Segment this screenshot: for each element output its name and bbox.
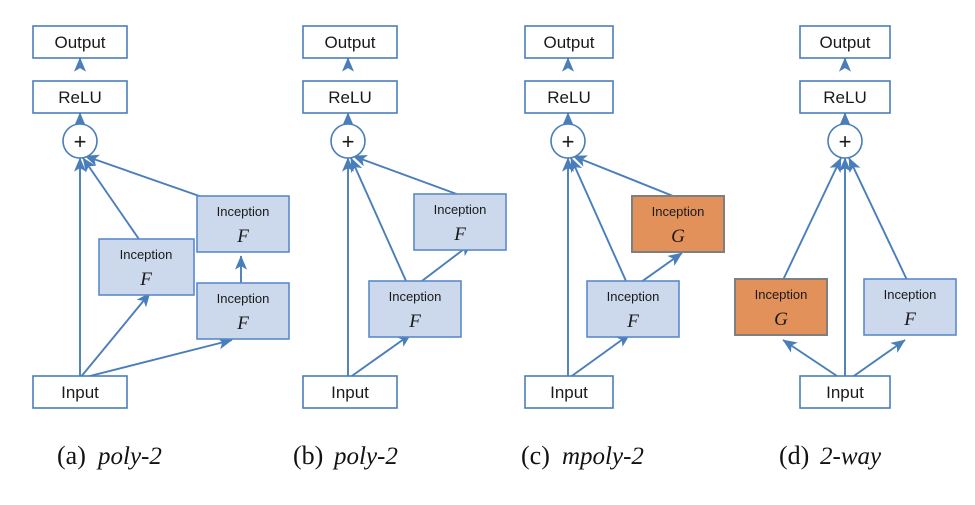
panel-c-block-input[interactable]: Input — [524, 375, 614, 409]
block-function-label: F — [236, 313, 249, 334]
block-label: Inception — [389, 289, 442, 304]
panel-c: Output ReLU + Inception G Inception F In… — [521, 25, 725, 470]
edge-inception-left-to-sum — [782, 157, 842, 281]
block-label: Inception — [217, 291, 270, 306]
edge-inception-right-to-sum — [848, 157, 908, 281]
caption-index: (c) — [521, 441, 550, 470]
panel-b: Output ReLU + Inception F Inception F In… — [293, 25, 507, 470]
panel-d: Output ReLU + Inception G Inception F In… — [734, 25, 957, 470]
block-label: Inception — [217, 204, 270, 219]
edge-input-to-inception-left — [79, 292, 151, 379]
block-function-label: G — [774, 309, 788, 330]
panel-d-block-sum[interactable]: + — [827, 123, 863, 159]
block-label: Output — [819, 33, 870, 52]
caption-index: (d) — [779, 441, 809, 470]
block-label: Input — [550, 383, 588, 402]
panel-a-block-input[interactable]: Input — [32, 375, 128, 409]
panel-a-block-sum[interactable]: + — [62, 123, 98, 159]
plus-icon: + — [839, 129, 852, 154]
panel-c-block-relu[interactable]: ReLU — [524, 80, 614, 114]
edge-input-to-inception-lower — [568, 333, 631, 379]
block-label: Input — [331, 383, 369, 402]
edge-inception-lower-to-sum — [350, 157, 407, 282]
panel-b-block-output[interactable]: Output — [302, 25, 398, 59]
panel-d-block-input[interactable]: Input — [799, 375, 891, 409]
block-function-label: F — [408, 311, 421, 332]
panel-b-block-sum[interactable]: + — [330, 123, 366, 159]
panel-a-block-output[interactable]: Output — [32, 25, 128, 59]
block-label: Output — [324, 33, 375, 52]
panel-d-block-relu[interactable]: ReLU — [799, 80, 891, 114]
caption-name: poly-2 — [96, 443, 162, 470]
edge-inception-upper-to-sum — [572, 155, 679, 199]
block-function-label: F — [626, 311, 639, 332]
block-function-label: F — [236, 226, 249, 247]
edge-inception-right-top-to-sum — [84, 154, 206, 199]
panel-b-block-relu[interactable]: ReLU — [302, 80, 398, 114]
plus-icon: + — [562, 129, 575, 154]
panel-a-block-relu[interactable]: ReLU — [32, 80, 128, 114]
caption-name: 2-way — [820, 443, 882, 470]
block-label: ReLU — [58, 88, 101, 107]
panel-d-block-inception-left[interactable]: Inception G — [734, 278, 828, 336]
block-label: ReLU — [547, 88, 590, 107]
block-label: Inception — [434, 202, 487, 217]
panel-c-block-sum[interactable]: + — [550, 123, 586, 159]
block-label: Inception — [652, 204, 705, 219]
block-label: Output — [543, 33, 594, 52]
plus-icon: + — [74, 129, 87, 154]
block-function-label: G — [671, 226, 685, 247]
caption-name: poly-2 — [332, 443, 398, 470]
block-label: Output — [54, 33, 105, 52]
block-function-label: F — [903, 309, 916, 330]
panel-b-block-inception-upper[interactable]: Inception F — [413, 193, 507, 251]
caption-index: (b) — [293, 441, 323, 470]
panel-a-block-inception-right-top[interactable]: Inception F — [196, 195, 290, 253]
block-label: Inception — [884, 287, 937, 302]
panel-b-caption: (b) poly-2 — [293, 441, 398, 470]
edge-inception-upper-to-sum — [352, 155, 463, 197]
block-function-label: F — [453, 224, 466, 245]
block-label: Input — [826, 383, 864, 402]
edge-input-to-inception-lower — [348, 333, 412, 379]
block-label: ReLU — [823, 88, 866, 107]
panel-b-block-input[interactable]: Input — [302, 375, 398, 409]
panel-a-block-inception-right-bottom[interactable]: Inception F — [196, 282, 290, 340]
panel-d-block-inception-right[interactable]: Inception F — [863, 278, 957, 336]
edge-input-to-inception-left — [782, 339, 841, 379]
panel-b-block-inception-lower[interactable]: Inception F — [368, 280, 462, 338]
panel-c-caption: (c) mpoly-2 — [521, 441, 644, 470]
panel-c-block-inception-upper[interactable]: Inception G — [631, 195, 725, 253]
block-label: Input — [61, 383, 99, 402]
network-architecture-diagram: Output ReLU + Inception F Inception F In… — [32, 25, 957, 470]
edge-inception-lower-to-sum — [570, 157, 627, 282]
panel-c-block-inception-lower[interactable]: Inception F — [586, 280, 680, 338]
edge-input-to-inception-right — [850, 339, 906, 379]
panel-a: Output ReLU + Inception F Inception F In… — [32, 25, 290, 470]
figure-canvas: Output ReLU + Inception F Inception F In… — [0, 0, 975, 505]
caption-name: mpoly-2 — [562, 443, 644, 470]
block-function-label: F — [139, 269, 152, 290]
panel-a-block-inception-left[interactable]: Inception F — [98, 238, 195, 296]
block-label: ReLU — [328, 88, 371, 107]
block-label: Inception — [607, 289, 660, 304]
edge-inception-left-to-sum — [82, 157, 144, 246]
panel-c-block-output[interactable]: Output — [524, 25, 614, 59]
panel-d-block-output[interactable]: Output — [799, 25, 891, 59]
panel-a-caption: (a) poly-2 — [57, 441, 162, 470]
block-label: Inception — [120, 247, 173, 262]
plus-icon: + — [342, 129, 355, 154]
caption-index: (a) — [57, 441, 86, 470]
panel-d-caption: (d) 2-way — [779, 441, 882, 470]
block-label: Inception — [755, 287, 808, 302]
edge-input-to-inception-right-bottom — [81, 337, 233, 379]
